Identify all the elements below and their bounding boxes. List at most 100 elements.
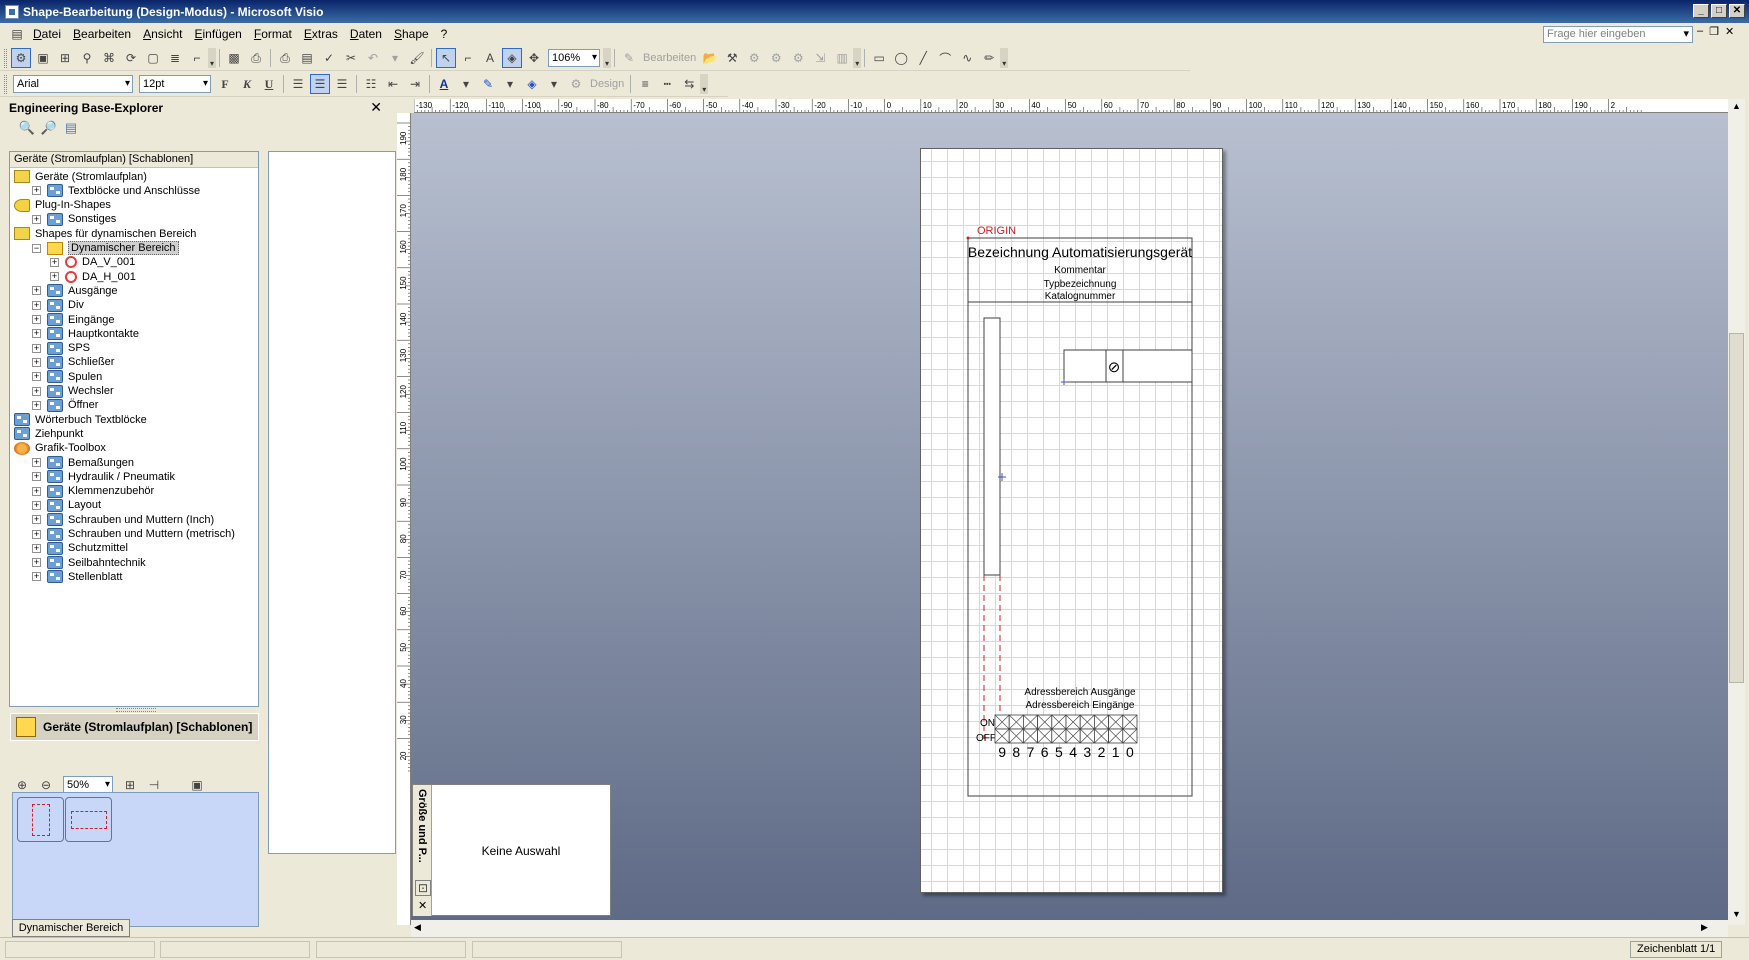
italic-button[interactable]: K xyxy=(237,74,257,94)
ruler-corner[interactable] xyxy=(397,99,414,113)
search-advanced-icon[interactable]: 🔎 xyxy=(40,119,58,137)
toolbar-options-1[interactable]: ▾ xyxy=(208,48,216,68)
tree-item[interactable]: + Schutzmittel xyxy=(32,541,128,556)
tree-item[interactable]: Wörterbuch Textblöcke xyxy=(14,412,147,427)
close-button[interactable]: ✕ xyxy=(1729,4,1745,18)
gear3-icon[interactable]: ⚙ xyxy=(788,48,808,68)
line-ends-icon[interactable]: ⇆ xyxy=(679,74,699,94)
expand-icon[interactable]: + xyxy=(32,458,41,467)
font-color-dropdown[interactable]: ▾ xyxy=(456,74,476,94)
device-frame[interactable] xyxy=(967,237,1193,797)
document-icon[interactable]: ▤ xyxy=(8,25,26,43)
size-panel-close-icon[interactable]: ✕ xyxy=(418,899,427,912)
toolbar-options-2[interactable]: ▾ xyxy=(603,48,611,68)
master-da-h[interactable] xyxy=(65,797,112,842)
expand-icon[interactable]: + xyxy=(32,286,41,296)
font-combo[interactable]: Arial xyxy=(13,75,133,93)
expand-icon[interactable]: + xyxy=(32,486,41,496)
tree-item[interactable]: + Öffner xyxy=(32,398,98,413)
arc-tool-icon[interactable]: ⌒ xyxy=(935,48,955,68)
stencil-header[interactable]: Geräte (Stromlaufplan) [Schablonen] xyxy=(10,713,259,741)
cut-icon[interactable]: ✂ xyxy=(341,48,361,68)
vertical-scroll-thumb[interactable] xyxy=(1729,333,1744,683)
tree-item[interactable]: Geräte (Stromlaufplan) xyxy=(14,169,147,184)
splitter-grip[interactable] xyxy=(116,708,156,712)
tree-item[interactable]: + Spulen xyxy=(32,369,102,384)
gear2-icon[interactable]: ⚙ xyxy=(766,48,786,68)
line-color-icon[interactable]: ✎ xyxy=(478,74,498,94)
spellcheck-icon[interactable]: ✓ xyxy=(319,48,339,68)
zoom-combo[interactable]: 106% xyxy=(548,49,600,67)
design-button[interactable]: Design xyxy=(587,78,627,90)
tree-item[interactable]: + Ausgänge xyxy=(32,283,118,298)
pan-zoom-icon[interactable]: ✥ xyxy=(524,48,544,68)
line-tool-icon[interactable]: ╱ xyxy=(913,48,933,68)
search-icon[interactable]: 🔍 xyxy=(18,119,36,137)
line-color-dropdown[interactable]: ▾ xyxy=(500,74,520,94)
expand-icon[interactable]: + xyxy=(32,329,41,339)
bullets-icon[interactable]: ☷ xyxy=(361,74,381,94)
align-left-icon[interactable]: ☰ xyxy=(288,74,308,94)
expand-icon[interactable]: + xyxy=(32,500,41,510)
tree-item[interactable]: + Sonstiges xyxy=(32,212,116,227)
scroll-right-icon[interactable]: ▶ xyxy=(1701,922,1708,933)
menu-help[interactable]: ? xyxy=(435,25,454,43)
menu-shape[interactable]: Shape xyxy=(388,25,435,43)
size-panel-pin-icon[interactable]: ⊡ xyxy=(415,880,431,896)
expand-icon[interactable]: + xyxy=(32,572,41,582)
open-folder-icon[interactable]: 📂 xyxy=(700,48,720,68)
panel-icon[interactable]: ▥ xyxy=(832,48,852,68)
doc-close-button[interactable]: ✕ xyxy=(1725,25,1734,38)
decrease-indent-icon[interactable]: ⇤ xyxy=(383,74,403,94)
expand-icon[interactable]: + xyxy=(50,272,59,282)
layers-icon[interactable]: ≣ xyxy=(165,48,185,68)
rail-shape[interactable] xyxy=(983,317,1001,576)
expand-icon[interactable]: + xyxy=(32,343,41,353)
toolbar-options-3[interactable]: ▾ xyxy=(853,48,862,68)
view-icon[interactable]: ▤ xyxy=(62,119,80,137)
menu-extras[interactable]: Extras xyxy=(298,25,344,43)
design-icon[interactable]: ⚙ xyxy=(566,74,586,94)
horizontal-scrollbar[interactable]: ◀ ▶ xyxy=(411,920,1728,937)
contact-block[interactable] xyxy=(1063,349,1193,383)
font-color-icon[interactable]: A xyxy=(434,74,454,94)
expand-icon[interactable]: + xyxy=(32,300,41,310)
tree-item[interactable]: + DA_V_001 xyxy=(50,255,135,270)
toolbar-options-4[interactable]: ▾ xyxy=(1000,48,1009,68)
pencil-tool-icon[interactable]: ✏ xyxy=(979,48,999,68)
scroll-up-icon[interactable]: ▲ xyxy=(1732,101,1741,111)
tree-item[interactable]: + Textblöcke und Anschlüsse xyxy=(32,183,200,198)
properties-icon[interactable]: ▣ xyxy=(33,48,53,68)
tree-item[interactable]: + Schrauben und Muttern (Inch) xyxy=(32,512,214,527)
expand-icon[interactable]: + xyxy=(32,558,41,568)
expand-icon[interactable]: + xyxy=(32,372,41,382)
page-icon[interactable]: ▢ xyxy=(143,48,163,68)
underline-button[interactable]: U xyxy=(259,74,279,94)
tree-item[interactable]: Grafik-Toolbox xyxy=(14,441,106,456)
print-preview-icon[interactable]: ⎙ xyxy=(275,48,295,68)
tree-item[interactable]: + Hauptkontakte xyxy=(32,326,139,341)
vertical-scrollbar[interactable]: ▲ ▼ xyxy=(1728,99,1745,925)
align-center-icon[interactable]: ☰ xyxy=(310,74,330,94)
vertical-ruler[interactable]: 190 180 170 160 150 140 130 120 110 100 90 80 70 60 50… xyxy=(397,113,411,925)
tree-item[interactable]: + SPS xyxy=(32,341,90,356)
tree-item[interactable]: + Wechsler xyxy=(32,384,114,399)
menu-einfuegen[interactable]: Einfügen xyxy=(188,25,247,43)
tree-item[interactable]: + Klemmenzubehör xyxy=(32,484,154,499)
toolbar-grip[interactable] xyxy=(4,74,7,94)
menu-datei[interactable]: Datei xyxy=(27,25,67,43)
fill-color-icon[interactable]: ◈ xyxy=(522,74,542,94)
explorer-close-icon[interactable]: ✕ xyxy=(370,99,382,116)
refresh-icon[interactable]: ⟳ xyxy=(121,48,141,68)
connector-tool-icon[interactable]: ⌐ xyxy=(458,48,478,68)
tree-item[interactable]: + Div xyxy=(32,298,84,313)
undo-dropdown-icon[interactable]: ▾ xyxy=(385,48,405,68)
master-da-v[interactable] xyxy=(17,797,64,842)
font-size-combo[interactable]: 12pt xyxy=(139,75,211,93)
scroll-down-icon[interactable]: ▼ xyxy=(1732,909,1741,919)
expand-icon[interactable]: + xyxy=(32,400,41,410)
tree-item[interactable]: + Seilbahntechnik xyxy=(32,555,146,570)
menu-format[interactable]: Format xyxy=(248,25,298,43)
tree-item[interactable]: + Layout xyxy=(32,498,101,513)
save-icon[interactable]: ▩ xyxy=(224,48,244,68)
